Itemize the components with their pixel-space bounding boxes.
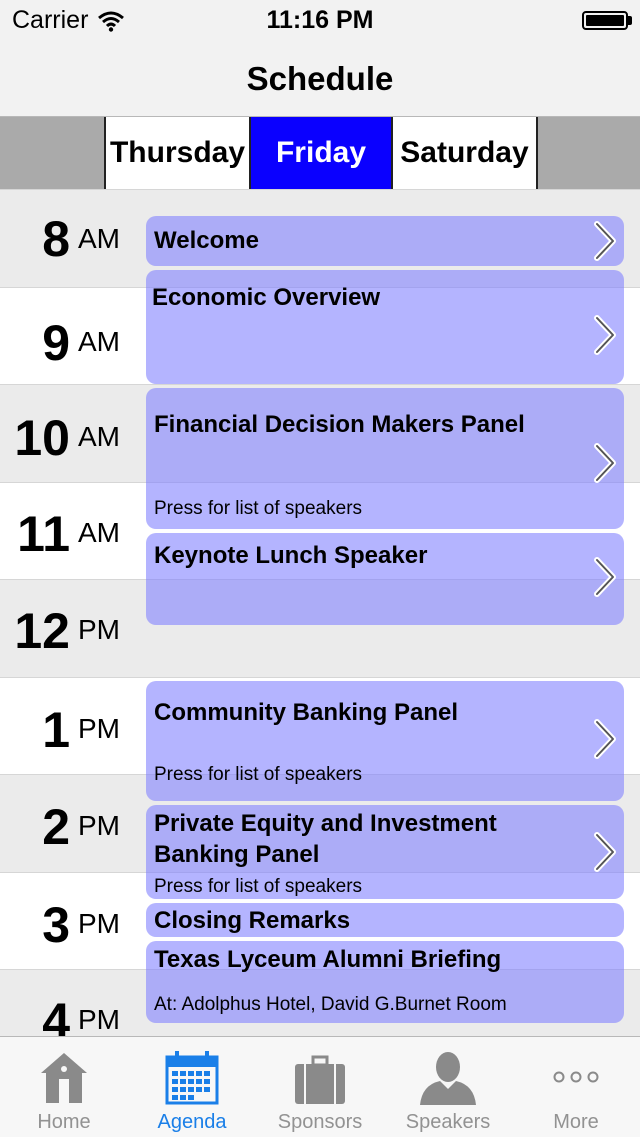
chevron-right-icon: [594, 315, 616, 355]
tab-thursday[interactable]: Thursday: [104, 117, 249, 189]
hour-number: 10: [14, 410, 70, 466]
status-bar: Carrier 11:16 PM: [0, 0, 640, 40]
hour-number: 1: [42, 701, 70, 758]
event-subtitle: At: Adolphus Hotel, David G.Burnet Room: [154, 994, 507, 1015]
battery-icon: [582, 11, 628, 30]
event-financial-decision-makers-panel[interactable]: Financial Decision Makers Panel Press fo…: [146, 388, 624, 529]
hour-period: AM: [78, 421, 120, 452]
event-title: Economic Overview: [152, 284, 381, 311]
hour-number: 8: [42, 211, 70, 267]
event-title: Private Equity and Investment Banking Pa…: [154, 810, 497, 868]
hour-number: 9: [42, 314, 70, 371]
hour-period: PM: [78, 810, 120, 841]
event-private-equity-panel[interactable]: Private Equity and Investment Banking Pa…: [146, 805, 624, 899]
briefcase-icon: [295, 1055, 345, 1104]
chevron-right-icon: [594, 557, 616, 597]
tab-label: More: [553, 1111, 599, 1133]
hour-period: AM: [78, 223, 120, 254]
tab-saturday[interactable]: Saturday: [391, 117, 538, 189]
day-selector: Thursday Friday Saturday: [0, 117, 640, 189]
event-closing-remarks[interactable]: Closing Remarks: [146, 903, 624, 937]
hour-period: AM: [78, 325, 120, 357]
event-alumni-briefing[interactable]: Texas Lyceum Alumni Briefing At: Adolphu…: [146, 941, 624, 1023]
hour-number: 11: [17, 505, 70, 562]
hour-number: 4: [42, 993, 70, 1036]
schedule-list[interactable]: 8 AM 9 AM 10 AM 11 AM 12 PM 1 PM 2 PM 3 …: [0, 189, 640, 1036]
tab-more[interactable]: More: [512, 1037, 640, 1137]
tab-sponsors[interactable]: Sponsors: [256, 1037, 384, 1137]
calendar-icon: [165, 1051, 219, 1105]
event-welcome[interactable]: Welcome: [146, 216, 624, 266]
hour-period: PM: [78, 712, 120, 744]
page-title: Schedule: [246, 60, 394, 97]
tab-speakers[interactable]: Speakers: [384, 1037, 512, 1137]
status-time: 11:16 PM: [266, 6, 374, 34]
event-title: Financial Decision Makers Panel: [154, 411, 525, 438]
event-subtitle: Press for list of speakers: [154, 498, 363, 519]
event-title: Community Banking Panel: [154, 699, 459, 726]
event-subtitle: Press for list of speakers: [154, 876, 363, 897]
tab-bar: Home Agenda Sponsors Speakers More: [0, 1036, 640, 1137]
chevron-right-icon: [594, 221, 616, 261]
hour-period: PM: [78, 907, 120, 939]
hour-period: PM: [78, 614, 120, 645]
hour-period: AM: [78, 516, 120, 548]
chevron-right-icon: [594, 832, 616, 872]
event-community-banking-panel[interactable]: Community Banking Panel Press for list o…: [146, 681, 624, 801]
chevron-right-icon: [594, 443, 616, 483]
home-icon: [41, 1053, 87, 1103]
event-title: Texas Lyceum Alumni Briefing: [154, 946, 502, 973]
tab-label: Sponsors: [277, 1111, 363, 1133]
event-title: Keynote Lunch Speaker: [154, 542, 428, 569]
hour-period: PM: [78, 1004, 120, 1035]
event-subtitle: Press for list of speakers: [154, 764, 363, 785]
event-economic-overview[interactable]: Economic Overview: [146, 270, 624, 384]
tab-label: Home: [37, 1111, 91, 1133]
chevron-right-icon: [594, 719, 616, 759]
hour-number: 2: [42, 799, 70, 855]
hour-number: 3: [42, 896, 70, 953]
tab-agenda[interactable]: Agenda: [128, 1037, 256, 1137]
event-keynote-lunch-speaker[interactable]: Keynote Lunch Speaker: [146, 533, 624, 625]
event-title: Closing Remarks: [154, 907, 351, 934]
person-icon: [420, 1052, 476, 1105]
tab-label: Speakers: [405, 1111, 491, 1133]
tab-label: Agenda: [157, 1111, 227, 1133]
hour-number: 12: [14, 603, 70, 659]
tab-friday[interactable]: Friday: [249, 117, 391, 189]
more-icon: [553, 1071, 599, 1083]
navigation-bar: Schedule: [0, 40, 640, 117]
event-title: Welcome: [154, 227, 259, 254]
tab-home[interactable]: Home: [0, 1037, 128, 1137]
